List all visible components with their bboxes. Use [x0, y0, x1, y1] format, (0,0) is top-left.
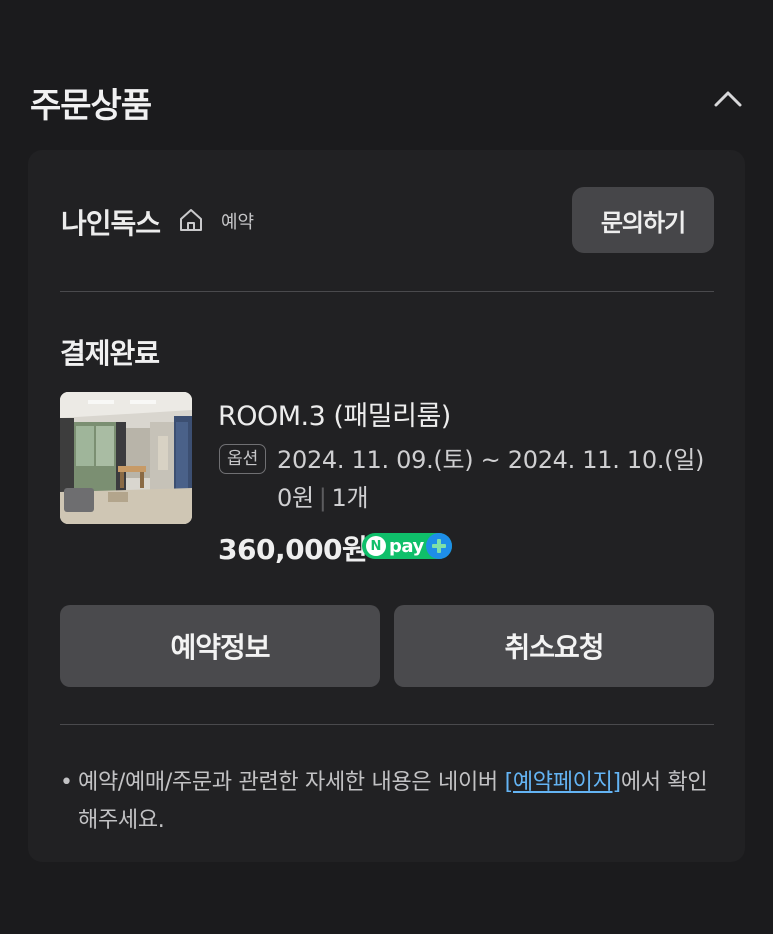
reservation-info-button[interactable]: 예약정보 [60, 605, 380, 687]
room-photo [60, 392, 192, 524]
price: 360,000원 [218, 533, 368, 566]
store-tag: 예약 [221, 212, 255, 233]
order-card: 나인독스 예약 문의하기 결제완료 ROOM.3 (패밀리룸) 옵션 2024.… [28, 150, 745, 862]
quantity: 1개 [331, 484, 369, 512]
notice-text: • 예약/예매/주문과 관련한 자세한 내용은 네이버 [예약페이지]에서 확인해… [60, 764, 720, 840]
cancel-request-button[interactable]: 취소요청 [394, 605, 714, 687]
section-title: 주문상품 [30, 86, 152, 126]
notice-before-link: 예약/예매/주문과 관련한 자세한 내용은 네이버 [78, 770, 505, 795]
option-details: 2024. 11. 09.(토) ~ 2024. 11. 10.(일) 0원 | 1… [277, 441, 717, 517]
chevron-up-icon [714, 91, 742, 107]
order-status: 결제완료 [60, 337, 160, 370]
product-name[interactable]: ROOM.3 (패밀리룸) [218, 394, 451, 433]
option-badge: 옵션 [219, 444, 267, 474]
inquiry-button[interactable]: 문의하기 [572, 187, 714, 253]
collapse-button[interactable] [711, 82, 745, 116]
npay-label: pay [389, 535, 424, 557]
store-name[interactable]: 나인독스 [61, 202, 161, 242]
npay-plus-badge: N pay [362, 533, 452, 559]
divider [60, 291, 714, 292]
product-thumbnail[interactable] [60, 392, 192, 524]
section-header: 주문상품 [30, 78, 745, 128]
home-icon[interactable] [177, 206, 205, 234]
divider [60, 724, 714, 725]
reservation-page-link[interactable]: [예약페이지] [505, 770, 622, 795]
bullet: • [60, 770, 73, 795]
naver-n-icon: N [366, 536, 386, 556]
plus-icon [426, 533, 452, 559]
separator: | [318, 484, 327, 512]
